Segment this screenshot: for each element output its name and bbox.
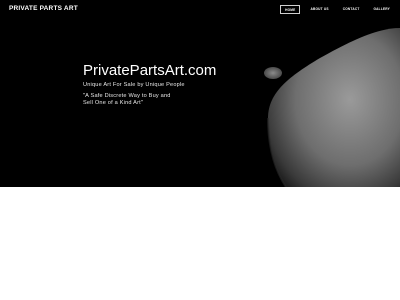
hero-section: PRIVATE PARTS ART HOME ABOUT US CONTACT … (0, 0, 400, 187)
nav-gallery[interactable]: GALLERY (369, 5, 394, 14)
nav-about-us[interactable]: ABOUT US (306, 5, 332, 14)
hero-text: PrivatePartsArt.com Unique Art For Sale … (83, 62, 263, 106)
nav-contact[interactable]: CONTACT (339, 5, 364, 14)
site-header: PRIVATE PARTS ART HOME ABOUT US CONTACT … (0, 0, 400, 20)
main-nav: HOME ABOUT US CONTACT GALLERY (280, 5, 394, 14)
page: PRIVATE PARTS ART HOME ABOUT US CONTACT … (0, 0, 400, 300)
nav-home[interactable]: HOME (280, 5, 301, 14)
site-brand[interactable]: PRIVATE PARTS ART (9, 5, 78, 12)
hero-tagline: Unique Art For Sale by Unique People (83, 82, 185, 88)
hero-title: PrivatePartsArt.com (83, 62, 217, 79)
hero-quote: "A Safe Discrete Way to Buy and Sell One… (83, 93, 171, 106)
